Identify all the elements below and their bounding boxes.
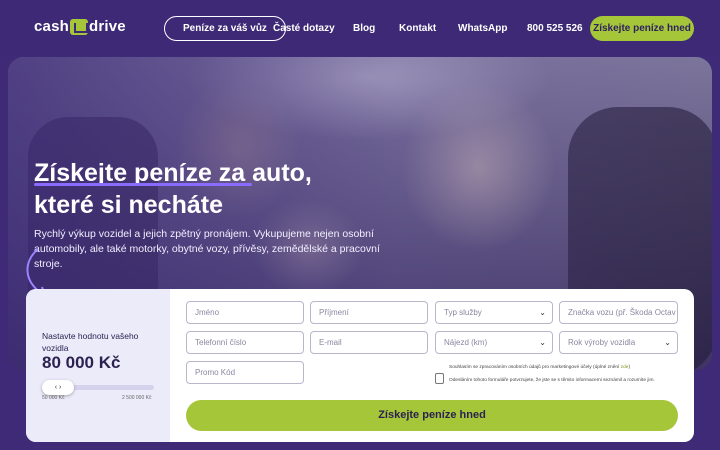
nav-item-contact[interactable]: Kontakt: [399, 23, 436, 34]
year-value: Rok výroby vozidla: [568, 338, 636, 347]
consent-info-text: Odesláním tohoto formuláře potvrzujete, …: [449, 378, 655, 383]
nav-item-blog[interactable]: Blog: [353, 23, 375, 34]
first-name-field[interactable]: Jméno: [186, 301, 304, 324]
hero-title: Získejte peníze za auto, které si nechát…: [34, 157, 312, 221]
service-type-value: Typ služby: [444, 308, 482, 317]
nav-item-faq[interactable]: Časté dotazy: [273, 23, 335, 34]
nav-item-phone[interactable]: 800 525 526: [527, 23, 583, 34]
header-cta-button[interactable]: Získejte peníze hned: [590, 16, 694, 41]
site-header: cash drive Peníze za váš vůz Časté dotaz…: [0, 0, 720, 56]
logo[interactable]: cash drive: [34, 18, 126, 35]
slider-label: Nastavte hodnotu vašeho vozidla: [42, 331, 139, 353]
consent-marketing-text: Souhlasím se zpracováním osobních údajů …: [449, 365, 631, 370]
year-select[interactable]: Rok výroby vozidla ⌄: [559, 331, 678, 354]
phone-field[interactable]: Telefonní číslo: [186, 331, 304, 354]
consent-checkbox[interactable]: [435, 373, 444, 384]
slider-min-label: 50 000 Kč: [42, 395, 65, 401]
submit-button[interactable]: Získejte peníze hned: [186, 400, 678, 431]
lead-form: Nastavte hodnotu vašeho vozidla 80 000 K…: [26, 289, 694, 442]
mileage-value: Nájezd (km): [444, 338, 488, 347]
chevron-down-icon: ⌄: [539, 308, 546, 317]
mileage-select[interactable]: Nájezd (km) ⌄: [435, 331, 553, 354]
hero-title-underline: [34, 183, 252, 186]
slider-max-label: 2 500 000 Kč: [122, 395, 152, 401]
consent-marketing-label: Souhlasím se zpracováním osobních údajů …: [449, 365, 620, 370]
slider-value: 80 000 Kč: [42, 353, 121, 372]
consent-link[interactable]: zde: [621, 365, 629, 370]
email-field[interactable]: E-mail: [310, 331, 428, 354]
logo-text-right: drive: [89, 18, 126, 35]
chevron-down-icon: ⌄: [539, 338, 546, 347]
logo-text-left: cash: [34, 18, 69, 35]
hero-description: Rychlý výkup vozidel a jejich zpětný pro…: [34, 228, 380, 270]
car-brand-field[interactable]: Značka vozu (př. Škoda Octav: [559, 301, 678, 324]
logo-mark-icon: [70, 18, 88, 35]
hero-title-line-2: které si necháte: [34, 191, 223, 219]
chevron-down-icon: ⌄: [664, 338, 671, 347]
service-type-select[interactable]: Typ služby ⌄: [435, 301, 553, 324]
nav-item-money-for-car[interactable]: Peníze za váš vůz: [164, 16, 286, 41]
slider-handle[interactable]: ‹ ›: [42, 380, 74, 395]
last-name-field[interactable]: Příjmení: [310, 301, 428, 324]
promo-code-field[interactable]: Promo Kód: [186, 361, 304, 384]
value-slider-panel: Nastavte hodnotu vašeho vozidla 80 000 K…: [26, 289, 170, 442]
nav-item-whatsapp[interactable]: WhatsApp: [458, 23, 507, 34]
